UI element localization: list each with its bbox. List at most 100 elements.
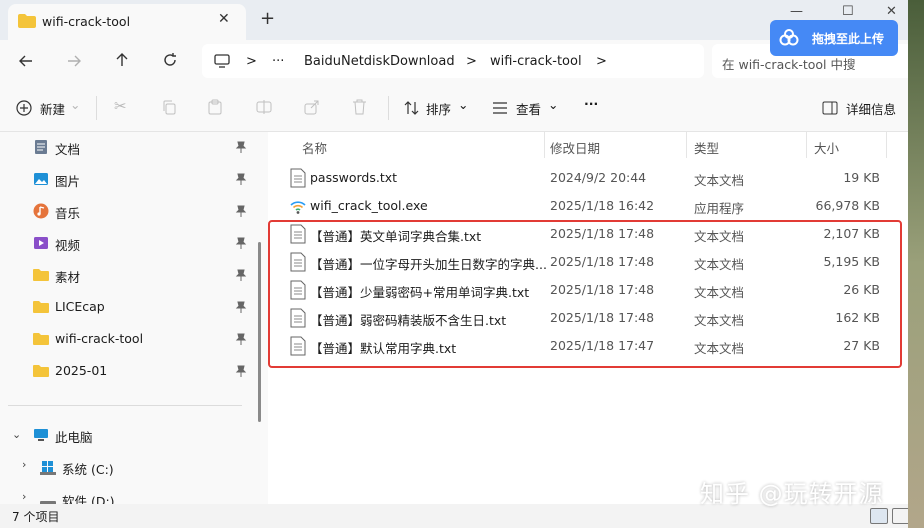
back-arrow-icon[interactable] — [18, 53, 34, 69]
view-button[interactable]: 查看 — [516, 99, 541, 118]
computer-icon — [34, 429, 48, 441]
more-options-button[interactable]: ··· — [584, 96, 598, 111]
column-header-type[interactable]: 类型 — [694, 138, 719, 157]
details-view-button[interactable] — [870, 508, 888, 524]
file-modified: 2025/1/18 17:48 — [550, 254, 655, 269]
delete-icon[interactable] — [352, 99, 367, 115]
breadcrumb-baidunetdiskdownload[interactable]: BaiduNetdiskDownload — [304, 54, 455, 69]
wifi-app-icon — [290, 201, 306, 214]
new-tab-button[interactable]: + — [260, 8, 275, 29]
sidebar-item-label: 文档 — [55, 142, 81, 157]
up-arrow-icon[interactable] — [114, 52, 130, 68]
file-name: 【普通】英文单词字典合集.txt — [310, 229, 482, 244]
view-list-icon — [493, 102, 507, 114]
file-size: 26 KB — [843, 282, 880, 297]
close-tab-icon[interactable]: ✕ — [218, 11, 230, 27]
chevron-down-icon[interactable]: ⌄ — [12, 428, 21, 441]
file-name: 【普通】默认常用字典.txt — [310, 341, 457, 356]
column-header-size[interactable]: 大小 — [814, 138, 839, 157]
music-icon — [33, 203, 49, 219]
sidebar-item-drive-d[interactable]: › 软件 (D:) — [0, 484, 260, 504]
folder-icon — [33, 269, 49, 281]
text-file-icon — [290, 168, 306, 188]
close-window-button[interactable]: ✕ — [886, 4, 897, 19]
sidebar-item-label: 系统 (C:) — [62, 462, 114, 477]
file-name: wifi_crack_tool.exe — [310, 198, 428, 213]
sidebar-item-2025-01[interactable]: 2025-01 — [0, 356, 260, 386]
sidebar-item-label: wifi-crack-tool — [55, 331, 144, 346]
column-divider[interactable] — [806, 132, 807, 158]
table-row[interactable]: 【普通】英文单词字典合集.txt 2025/1/18 17:48 文本文档 2,… — [268, 220, 908, 248]
chevron-right-icon[interactable]: › — [22, 490, 26, 503]
file-size: 5,195 KB — [823, 254, 880, 269]
video-icon — [34, 237, 48, 249]
refresh-icon[interactable] — [162, 52, 178, 68]
sidebar-item-wifi-crack-tool[interactable]: wifi-crack-tool — [0, 324, 260, 354]
sidebar-item-drive-c[interactable]: › 系统 (C:) — [0, 452, 260, 482]
file-type: 文本文档 — [694, 285, 745, 300]
sidebar-item-pictures[interactable]: 图片 — [0, 164, 260, 194]
pin-icon — [235, 365, 247, 377]
address-bar[interactable]: > ··· BaiduNetdiskDownload > wifi-crack-… — [202, 44, 704, 78]
file-type: 文本文档 — [694, 341, 745, 356]
table-row[interactable]: wifi_crack_tool.exe 2025/1/18 16:42 应用程序… — [268, 192, 908, 220]
paste-icon[interactable] — [208, 99, 223, 115]
sidebar-item-music[interactable]: 音乐 — [0, 196, 260, 226]
sidebar-item-sucai[interactable]: 素材 — [0, 260, 260, 290]
file-size: 27 KB — [843, 338, 880, 353]
table-row[interactable]: 【普通】少量弱密码+常用单词字典.txt 2025/1/18 17:48 文本文… — [268, 276, 908, 304]
sidebar-item-this-pc[interactable]: ⌄ 此电脑 — [0, 420, 260, 450]
chevron-down-icon: ⌄ — [70, 97, 81, 112]
breadcrumb-more[interactable]: ··· — [272, 54, 284, 69]
maximize-button[interactable]: ☐ — [842, 4, 854, 19]
details-button[interactable]: 详细信息 — [846, 99, 896, 118]
text-file-icon — [290, 252, 306, 272]
folder-icon — [33, 365, 49, 377]
pin-icon — [235, 237, 247, 249]
table-row[interactable]: passwords.txt 2024/9/2 20:44 文本文档 19 KB — [268, 164, 908, 192]
column-header-modified[interactable]: 修改日期 — [550, 138, 600, 157]
file-type: 文本文档 — [694, 229, 745, 244]
text-file-icon — [290, 308, 306, 328]
breadcrumb-separator: > — [246, 54, 257, 69]
sidebar-item-licecap[interactable]: LICEcap — [0, 292, 260, 322]
table-row[interactable]: 【普通】一位字母开头加生日数字的字典... 2025/1/18 17:48 文本… — [268, 248, 908, 276]
breadcrumb-wifi-crack-tool[interactable]: wifi-crack-tool — [490, 54, 582, 69]
minimize-button[interactable]: — — [790, 4, 803, 19]
sidebar-item-documents[interactable]: 文档 — [0, 132, 260, 162]
toolbar-divider — [388, 96, 389, 120]
chevron-right-icon[interactable]: › — [22, 458, 26, 471]
toolbar-divider — [96, 96, 97, 120]
sidebar-scrollbar[interactable] — [258, 242, 261, 422]
file-modified: 2025/1/18 17:48 — [550, 282, 655, 297]
column-divider[interactable] — [544, 132, 545, 158]
tab-wifi-crack-tool[interactable]: wifi-crack-tool ✕ — [8, 4, 246, 40]
file-size: 19 KB — [843, 170, 880, 185]
column-divider[interactable] — [886, 132, 887, 158]
table-row[interactable]: 【普通】弱密码精装版不含生日.txt 2025/1/18 17:48 文本文档 … — [268, 304, 908, 332]
forward-arrow-icon[interactable] — [66, 53, 82, 69]
sidebar-item-videos[interactable]: 视频 — [0, 228, 260, 258]
file-modified: 2025/1/18 17:48 — [550, 226, 655, 241]
drive-icon — [40, 501, 56, 504]
column-header-name[interactable]: 名称 — [302, 138, 327, 157]
breadcrumb-separator: > — [466, 54, 477, 69]
table-row[interactable]: 【普通】默认常用字典.txt 2025/1/18 17:47 文本文档 27 K… — [268, 332, 908, 360]
folder-icon — [18, 14, 36, 28]
share-icon[interactable] — [304, 99, 320, 115]
file-modified: 2024/9/2 20:44 — [550, 170, 647, 185]
rename-icon[interactable] — [256, 99, 272, 115]
cut-icon[interactable]: ✂ — [114, 97, 127, 115]
column-divider[interactable] — [686, 132, 687, 158]
copy-icon[interactable] — [162, 100, 177, 115]
new-button[interactable]: 新建 — [40, 99, 65, 118]
file-type: 应用程序 — [694, 201, 745, 216]
file-name: 【普通】少量弱密码+常用单词字典.txt — [310, 285, 530, 300]
file-type: 文本文档 — [694, 313, 745, 328]
command-bar: 新建 ⌄ ✂ 排序 ⌄ 查看 ⌄ ··· 详细信息 — [0, 84, 908, 132]
item-count: 7 个项目 — [12, 510, 60, 524]
baidu-upload-button[interactable]: 拖拽至此上传 — [770, 20, 898, 56]
file-type: 文本文档 — [694, 257, 745, 272]
sort-button[interactable]: 排序 — [426, 99, 451, 118]
tiles-view-button[interactable] — [892, 508, 908, 524]
